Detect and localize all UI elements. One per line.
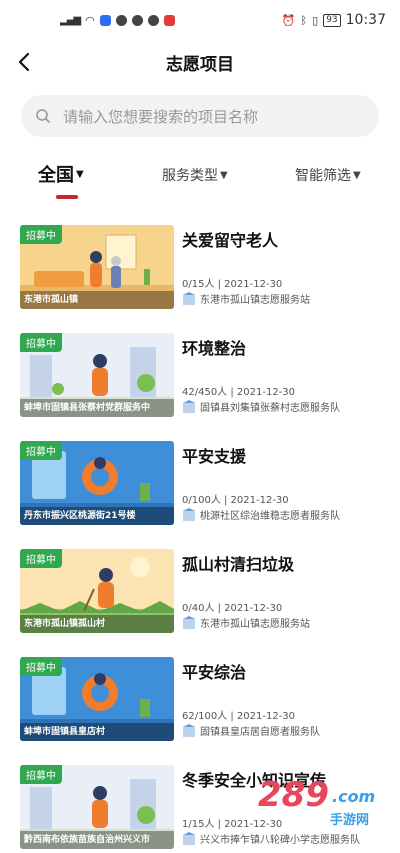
status-badge: 招募中 <box>20 333 62 352</box>
status-badge: 招募中 <box>20 765 62 784</box>
status-badge: 招募中 <box>20 225 62 244</box>
chevron-left-icon <box>18 52 30 72</box>
location-caption: 东港市孤山镇孤山村 <box>20 615 174 633</box>
project-meta: 42/450人 | 2021-12-30 <box>182 387 296 398</box>
status-bar: ▂▄▆ ◠ ⏰ ᛒ ▯ 93 10:37 <box>0 0 400 40</box>
list-item[interactable]: 招募中 蚌埠市固镇县张蔡村党群服务中 环境整治 42/450人 | 2021-1… <box>0 333 400 441</box>
organization-icon <box>183 507 195 521</box>
status-right: ⏰ ᛒ ▯ 93 10:37 <box>282 12 386 28</box>
organization-name: 固镇县皇店居自愿者服务队 <box>200 727 320 738</box>
project-meta: 0/40人 | 2021-12-30 <box>182 603 283 614</box>
project-title: 环境整治 <box>182 339 247 358</box>
active-tab-indicator <box>56 195 78 199</box>
list-item[interactable]: 招募中 东港市孤山镇孤山村 孤山村清扫垃圾 0/40人 | 2021-12-30… <box>0 549 400 657</box>
bluetooth-icon: ᛒ <box>300 13 308 27</box>
organization-name: 东港市孤山镇志愿服务站 <box>200 295 310 306</box>
watermark-logo: 289 .com 手游网 <box>258 775 388 835</box>
alarm-icon: ⏰ <box>281 13 296 27</box>
app-blue-icon <box>99 14 111 26</box>
caret-down-icon: ▼ <box>353 169 361 181</box>
project-thumbnail: 招募中 蚌埠市固镇县皇店村 <box>20 657 174 741</box>
signal-icon: ▂▄▆ <box>60 14 81 26</box>
project-meta: 0/15人 | 2021-12-30 <box>182 279 283 290</box>
search-input[interactable]: 请输入您想要搜索的项目名称 <box>21 95 379 137</box>
battery-icon: 93 <box>323 13 341 27</box>
filter-smart[interactable]: 智能筛选 ▼ <box>295 165 361 185</box>
search-icon <box>36 109 50 123</box>
project-title: 平安综治 <box>182 663 247 682</box>
organization: 东港市孤山镇志愿服务站 <box>182 291 310 306</box>
organization-name: 固镇县刘集镇张蔡村志愿服务队 <box>200 403 340 414</box>
project-thumbnail: 招募中 东港市孤山镇 <box>20 225 174 309</box>
filter-service-type-label: 服务类型 <box>162 168 218 184</box>
filter-bar: 全国 ▼ 服务类型 ▼ 智能筛选 ▼ <box>0 157 400 205</box>
list-item[interactable]: 招募中 丹东市振兴区桃源街21号楼 平安支援 0/100人 | 2021-12-… <box>0 441 400 549</box>
project-thumbnail: 招募中 黔西南布依族苗族自治州兴义市 <box>20 765 174 849</box>
page-title: 志愿项目 <box>166 54 234 75</box>
chat-icon <box>147 14 159 26</box>
organization: 固镇县皇店居自愿者服务队 <box>182 723 320 738</box>
project-title: 孤山村清扫垃圾 <box>182 555 295 574</box>
status-badge: 招募中 <box>20 549 62 568</box>
caret-down-icon: ▼ <box>220 169 228 181</box>
project-thumbnail: 招募中 蚌埠市固镇县张蔡村党群服务中 <box>20 333 174 417</box>
filter-smart-label: 智能筛选 <box>295 168 351 184</box>
app-red-icon <box>163 14 175 26</box>
location-caption: 东港市孤山镇 <box>20 291 174 309</box>
organization-name: 东港市孤山镇志愿服务站 <box>200 619 310 630</box>
location-caption: 黔西南布依族苗族自治州兴义市 <box>20 831 174 849</box>
status-time: 10:37 <box>345 12 386 28</box>
project-thumbnail: 招募中 丹东市振兴区桃源街21号楼 <box>20 441 174 525</box>
watermark-subtitle: 手游网 <box>330 813 370 828</box>
project-list: 招募中 东港市孤山镇 关爱留守老人 0/15人 | 2021-12-30 东港市… <box>0 225 400 853</box>
status-badge: 招募中 <box>20 657 62 676</box>
status-left: ▂▄▆ ◠ <box>60 14 175 27</box>
watermark-suffix: .com <box>332 787 376 806</box>
organization: 固镇县刘集镇张蔡村志愿服务队 <box>182 399 340 414</box>
organization-name: 桃源社区综治维稳志愿者服务队 <box>200 511 340 522</box>
caret-down-icon: ▼ <box>76 168 84 180</box>
header: 志愿项目 <box>0 40 400 84</box>
location-caption: 丹东市振兴区桃源街21号楼 <box>20 507 174 525</box>
project-title: 平安支援 <box>182 447 247 466</box>
location-caption: 蚌埠市固镇县张蔡村党群服务中 <box>20 399 174 417</box>
filter-region-label: 全国 <box>38 165 74 186</box>
watermark-number: 289 <box>258 775 329 815</box>
status-badge: 招募中 <box>20 441 62 460</box>
project-thumbnail: 招募中 东港市孤山镇孤山村 <box>20 549 174 633</box>
vibrate-icon: ▯ <box>312 13 319 27</box>
organization: 桃源社区综治维稳志愿者服务队 <box>182 507 340 522</box>
app-dark-icon <box>115 14 127 26</box>
organization-icon <box>183 723 195 737</box>
filter-region[interactable]: 全国 ▼ <box>38 161 84 187</box>
list-item[interactable]: 招募中 蚌埠市固镇县皇店村 平安综治 62/100人 | 2021-12-30 … <box>0 657 400 765</box>
organization-icon <box>183 291 195 305</box>
wifi-icon: ◠ <box>85 13 95 27</box>
message-icon <box>131 14 143 26</box>
organization-icon <box>183 615 195 629</box>
filter-service-type[interactable]: 服务类型 ▼ <box>162 165 228 185</box>
list-item[interactable]: 招募中 东港市孤山镇 关爱留守老人 0/15人 | 2021-12-30 东港市… <box>0 225 400 333</box>
organization-icon <box>183 831 195 845</box>
project-meta: 62/100人 | 2021-12-30 <box>182 711 296 722</box>
organization-icon <box>183 399 195 413</box>
project-title: 关爱留守老人 <box>182 231 279 250</box>
search-placeholder: 请输入您想要搜索的项目名称 <box>63 107 259 126</box>
project-meta: 0/100人 | 2021-12-30 <box>182 495 289 506</box>
location-caption: 蚌埠市固镇县皇店村 <box>20 723 174 741</box>
back-button[interactable] <box>8 46 40 78</box>
organization: 东港市孤山镇志愿服务站 <box>182 615 310 630</box>
